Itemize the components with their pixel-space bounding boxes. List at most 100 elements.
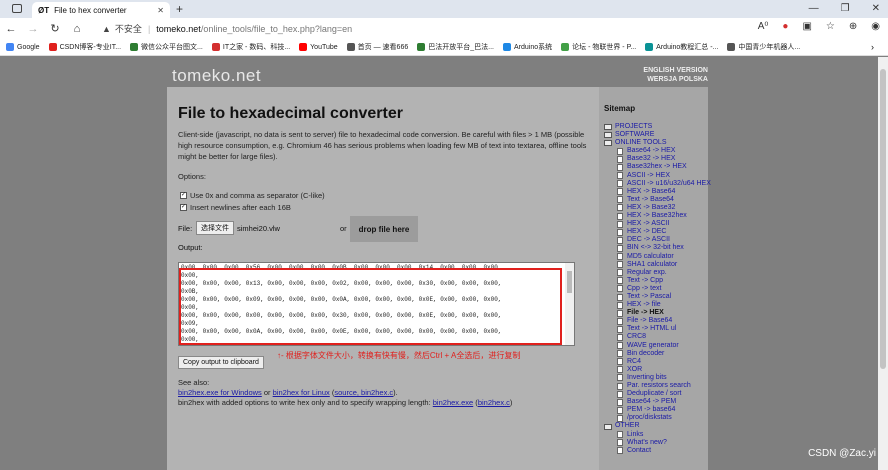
document-icon: [617, 342, 623, 350]
bookmark-item[interactable]: YouTube: [299, 43, 338, 51]
sitemap-item[interactable]: HEX -> file: [604, 301, 711, 309]
bin2hex-windows-link[interactable]: bin2hex.exe for Windows: [178, 388, 262, 397]
window-menu-icon[interactable]: [12, 4, 22, 13]
bookmark-item[interactable]: IT之家 - 数码、科技...: [211, 42, 290, 52]
sitemap-item[interactable]: Inverting bits: [604, 374, 711, 382]
avatar[interactable]: ◉: [871, 21, 880, 32]
sitemap-item[interactable]: XOR: [604, 366, 711, 374]
bookmark-item[interactable]: CSDN博客-专业IT...: [48, 42, 121, 52]
tab-title: File to hex converter: [54, 5, 127, 15]
sitemap-item[interactable]: HEX -> ASCII: [604, 220, 711, 228]
sitemap-item[interactable]: Base64 -> PEM: [604, 398, 711, 406]
profile-icon[interactable]: ⊕: [849, 21, 857, 32]
forward-icon[interactable]: →: [22, 23, 44, 35]
option-newlines-checkbox[interactable]: ✓ Insert newlines after each 16B: [180, 203, 291, 212]
sitemap-item[interactable]: OTHER: [604, 422, 711, 430]
sitemap-item[interactable]: Par. resistors search: [604, 382, 711, 390]
minimize-icon[interactable]: —: [809, 3, 819, 14]
refresh-icon[interactable]: ↻: [44, 22, 66, 35]
checkbox-checked-icon[interactable]: ✓: [180, 192, 187, 199]
sitemap-item[interactable]: Contact: [604, 447, 711, 455]
copy-to-clipboard-button[interactable]: Copy output to clipboard: [178, 356, 264, 369]
sitemap-item[interactable]: Base32hex -> HEX: [604, 163, 711, 172]
sitemap-item[interactable]: Bin decoder: [604, 350, 711, 358]
security-label: 不安全: [114, 24, 142, 34]
textarea-scrollbar[interactable]: [565, 263, 574, 345]
sitemap-item[interactable]: HEX -> Base32hex: [604, 212, 711, 220]
bookmark-item[interactable]: 中国青少年机器人...: [727, 42, 800, 52]
sitemap-item[interactable]: ASCII -> u16/u32/u64 HEX: [604, 180, 711, 188]
document-icon: [617, 277, 623, 285]
bookmark-favicon-icon: [130, 43, 139, 51]
favorites-icon[interactable]: ☆: [826, 21, 835, 32]
english-version-link[interactable]: ENGLISH VERSION: [643, 66, 708, 75]
chevron-right-icon[interactable]: ›: [871, 42, 874, 52]
sitemap-item[interactable]: WAVE generator: [604, 342, 711, 350]
new-tab-icon[interactable]: +: [176, 2, 183, 16]
bin2hex-source-link[interactable]: source, bin2hex.c: [334, 388, 393, 397]
sitemap-item[interactable]: HEX -> Base32: [604, 204, 711, 212]
sitemap-item[interactable]: Text -> Base64: [604, 196, 711, 204]
bookmark-label: YouTube: [310, 43, 338, 51]
sitemap-item[interactable]: Text -> Cpp: [604, 277, 711, 285]
close-window-icon[interactable]: ✕: [872, 3, 880, 14]
bookmark-item[interactable]: 巴法开放平台_巴法...: [417, 42, 494, 52]
sitemap-item[interactable]: Links: [604, 431, 711, 439]
site-logo[interactable]: tomeko.net: [172, 66, 261, 86]
sitemap-item[interactable]: Cpp -> text: [604, 285, 711, 293]
bin2hex-linux-link[interactable]: bin2hex for Linux: [273, 388, 330, 397]
bookmark-item[interactable]: Google: [6, 43, 40, 51]
drop-zone[interactable]: drop file here: [350, 216, 418, 242]
polish-version-link[interactable]: WERSJA POLSKA: [643, 75, 708, 84]
sitemap-item[interactable]: File -> HEX: [604, 309, 711, 317]
close-tab-icon[interactable]: ✕: [157, 6, 164, 15]
sitemap-item[interactable]: RC4: [604, 358, 711, 366]
option-c-like-checkbox[interactable]: ✓ Use 0x and comma as separator (C-like): [180, 191, 325, 200]
sitemap-item[interactable]: MD5 calculator: [604, 253, 711, 261]
bookmark-item[interactable]: 论坛 - 物联世界 - P...: [561, 42, 636, 52]
sitemap-item[interactable]: HEX -> DEC: [604, 228, 711, 236]
sitemap-item[interactable]: SOFTWARE: [604, 131, 711, 139]
sitemap-item[interactable]: File -> Base64: [604, 317, 711, 325]
sitemap-item[interactable]: Regular exp.: [604, 269, 711, 277]
sitemap-item[interactable]: Deduplicate / sort: [604, 390, 711, 398]
sitemap-item[interactable]: HEX -> Base64: [604, 188, 711, 196]
bookmark-item[interactable]: 微信公众平台图文...: [130, 42, 203, 52]
bin2hex-c-link[interactable]: bin2hex.c: [478, 398, 510, 407]
sitemap-item[interactable]: CRC8: [604, 333, 711, 341]
sitemap-item[interactable]: BIN <-> 32-bit hex: [604, 244, 711, 252]
sitemap-item[interactable]: /proc/diskstats: [604, 414, 711, 422]
checkbox-checked-icon[interactable]: ✓: [180, 204, 187, 211]
maximize-icon[interactable]: ❐: [841, 3, 850, 14]
sitemap-item[interactable]: PROJECTS: [604, 123, 711, 131]
sitemap-item[interactable]: Base32 -> HEX: [604, 155, 711, 163]
output-label: Output:: [178, 243, 203, 252]
sitemap-item[interactable]: ONLINE TOOLS: [604, 139, 711, 147]
bookmark-item[interactable]: Arduino教程汇总 -...: [645, 42, 718, 52]
sitemap-item[interactable]: Text -> HTML ul: [604, 325, 711, 333]
sitemap-item[interactable]: Text -> Pascal: [604, 293, 711, 301]
choose-file-button[interactable]: 选择文件: [196, 221, 234, 235]
document-icon: [617, 180, 623, 188]
page-scrollbar[interactable]: [878, 57, 888, 470]
back-icon[interactable]: ←: [0, 23, 22, 35]
sitemap-item[interactable]: What's new?: [604, 439, 711, 447]
home-icon[interactable]: ⌂: [66, 23, 88, 35]
document-icon: [617, 212, 623, 220]
sitemap-item[interactable]: DEC -> ASCII: [604, 236, 711, 244]
collections-icon[interactable]: ▣: [802, 21, 811, 32]
address-bar[interactable]: ▲ 不安全 | tomeko.net/online_tools/file_to_…: [102, 22, 352, 35]
title-bar: ØT File to hex converter ✕ + — ❐ ✕: [0, 0, 888, 18]
sitemap-item[interactable]: Base64 -> HEX: [604, 147, 711, 155]
browser-tab[interactable]: ØT File to hex converter ✕: [32, 2, 170, 18]
sitemap-item[interactable]: ASCII -> HEX: [604, 172, 711, 180]
annotation-note: ↑- 根据字体文件大小，转换有快有慢，然后Ctrl + A全选后，进行复制: [277, 351, 521, 360]
sitemap-item[interactable]: PEM -> base64: [604, 406, 711, 414]
bookmark-item[interactable]: Arduino系统: [502, 42, 552, 52]
read-aloud-icon[interactable]: A⁰: [758, 21, 769, 32]
bin2hex-exe-link[interactable]: bin2hex.exe: [433, 398, 473, 407]
bookmark-item[interactable]: 首页 — 速看666: [346, 42, 408, 52]
extension-icon[interactable]: ●: [782, 21, 788, 32]
sitemap-item[interactable]: SHA1 calculator: [604, 261, 711, 269]
folder-icon: [604, 132, 612, 139]
